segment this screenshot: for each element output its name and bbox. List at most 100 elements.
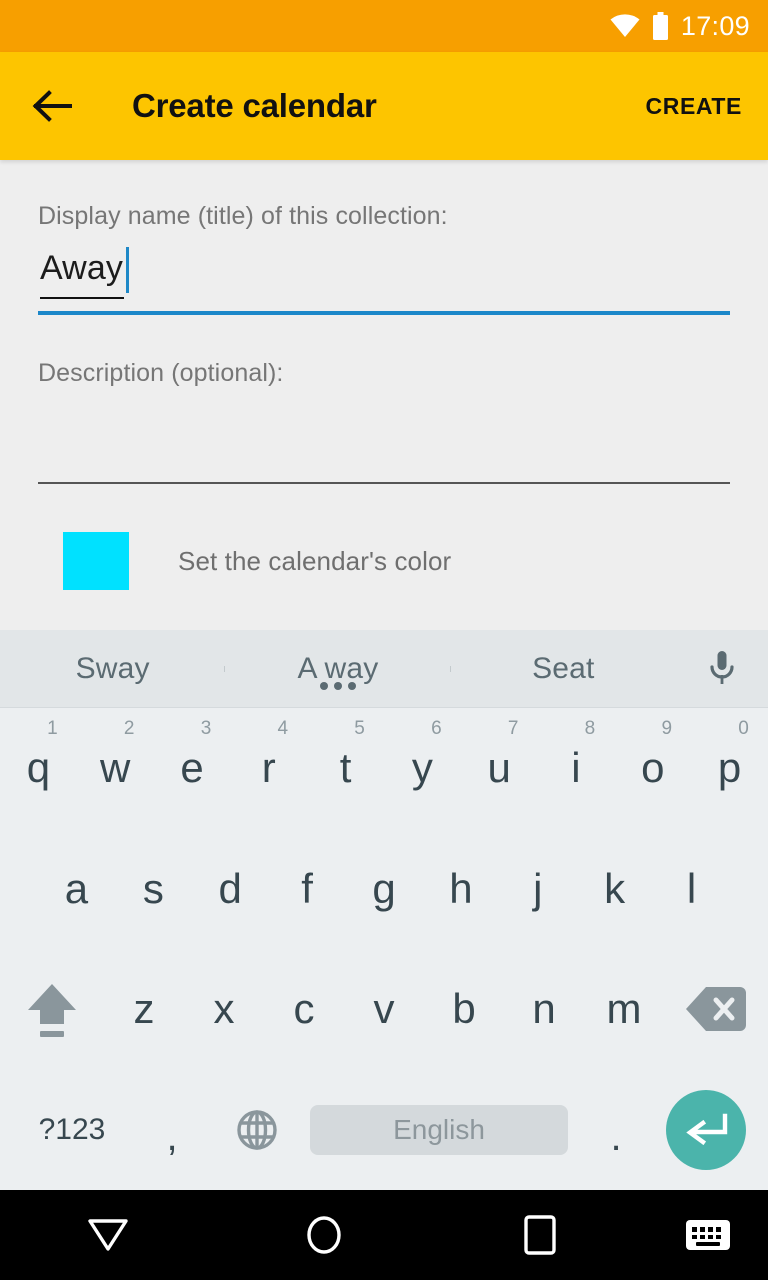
language-switch-key[interactable] [212,1109,302,1151]
key-label: g [372,864,396,912]
key-t[interactable]: 5 t [307,708,384,829]
create-calendar-form: Display name (title) of this collection:… [0,160,768,630]
on-screen-keyboard: Sway A way Seat 1 q 2 w 3 e 4 r 5 t 6 y … [0,630,768,1190]
shift-key[interactable] [0,978,104,1040]
nav-recents-button[interactable] [432,1214,648,1256]
key-number-hint: 2 [123,718,135,739]
symbols-key[interactable]: ?123 [12,1112,132,1146]
backspace-key[interactable] [664,985,768,1033]
key-s[interactable]: s [115,829,192,950]
suggestion-item[interactable]: Sway [0,651,226,686]
display-name-input[interactable]: Away [38,245,730,315]
battery-icon [652,12,668,40]
key-j[interactable]: j [499,829,576,950]
key-label: k [604,864,626,912]
calendar-color-row[interactable]: Set the calendar's color [38,532,730,590]
key-label: w [100,744,131,792]
key-label: ?123 [38,1112,106,1146]
key-label: e [180,744,204,792]
backspace-delete-icon [686,987,746,1032]
key-number-hint: 6 [431,718,442,739]
key-label: n [532,985,556,1033]
key-e[interactable]: 3 e [154,708,231,829]
voice-input-button[interactable] [676,649,768,689]
key-label: j [533,864,543,912]
microphone-icon [710,650,734,684]
key-q[interactable]: 1 q [0,708,77,829]
key-m[interactable]: m [584,949,664,1070]
display-name-value: Away [40,249,123,287]
nav-keyboard-icon [686,1220,730,1250]
suggestion-label: A way [297,651,379,685]
nav-keyboard-button[interactable] [648,1217,768,1253]
more-suggestions-dots-icon[interactable] [319,681,356,690]
suggestion-strip: Sway A way Seat [0,630,768,708]
key-number-hint: 3 [200,718,212,739]
comma-key[interactable]: , [132,1103,212,1157]
description-input[interactable] [38,398,730,484]
key-y[interactable]: 6 y [384,708,461,829]
arrow-left-icon[interactable] [30,84,74,128]
enter-key[interactable] [656,1089,756,1170]
key-label: s [142,864,164,912]
key-u[interactable]: 7 u [461,708,538,829]
period-key[interactable]: . [576,1103,656,1157]
key-label: m [606,985,642,1033]
color-swatch[interactable] [63,532,129,590]
key-k[interactable]: k [576,829,653,950]
key-n[interactable]: n [504,949,584,1070]
key-label: . [610,1114,622,1159]
key-label: h [449,864,473,912]
key-r[interactable]: 4 r [230,708,307,829]
key-number-hint: 7 [507,718,519,739]
key-number-hint: 8 [584,718,596,739]
composing-text-underline [40,297,124,299]
keyboard-row-1: 1 q 2 w 3 e 4 r 5 t 6 y 7 u 8 i 9 o 0 p [0,708,768,829]
key-i[interactable]: 8 i [538,708,615,829]
key-label: c [293,985,315,1033]
create-button[interactable]: CREATE [642,87,746,126]
key-label: u [487,744,511,792]
key-label: f [301,864,313,912]
key-z[interactable]: z [104,949,184,1070]
android-screen: 17:09 Create calendar CREATE Display nam… [0,0,768,1280]
nav-back-triangle-icon [88,1219,128,1251]
keyboard-row-4: ?123 , English . [0,1070,768,1191]
nav-home-button[interactable] [216,1213,432,1257]
key-label: , [166,1114,178,1159]
key-g[interactable]: g [346,829,423,950]
key-label: q [26,744,51,792]
key-v[interactable]: v [344,949,424,1070]
suggestion-item[interactable]: A way [225,651,451,690]
key-w[interactable]: 2 w [77,708,154,829]
key-number-hint: 9 [661,718,673,739]
key-rows: 1 q 2 w 3 e 4 r 5 t 6 y 7 u 8 i 9 o 0 p … [0,708,768,1190]
key-label: l [686,864,697,912]
status-bar-clock: 17:09 [680,10,750,41]
color-label: Set the calendar's color [178,545,452,576]
key-label: y [411,744,433,792]
key-label: p [717,744,742,792]
key-c[interactable]: c [264,949,344,1070]
spacebar-label: English [393,1113,485,1145]
spacebar-key[interactable]: English [310,1104,568,1155]
key-f[interactable]: f [269,829,346,950]
nav-back-button[interactable] [0,1215,216,1255]
key-d[interactable]: d [192,829,269,950]
key-label: x [213,985,235,1033]
key-label: z [133,985,155,1033]
text-caret [126,247,129,293]
key-o[interactable]: 9 o [614,708,691,829]
key-h[interactable]: h [422,829,499,950]
key-a[interactable]: a [38,829,115,950]
keyboard-row-2: a s d f g h j k l [0,829,768,950]
key-l[interactable]: l [653,829,730,950]
key-b[interactable]: b [424,949,504,1070]
suggestion-label: Sway [75,651,150,685]
wifi-icon [610,14,640,37]
key-x[interactable]: x [184,949,264,1070]
key-label: t [339,744,352,792]
display-name-underline [38,311,730,315]
key-p[interactable]: 0 p [691,708,768,829]
suggestion-item[interactable]: Seat [451,652,676,686]
